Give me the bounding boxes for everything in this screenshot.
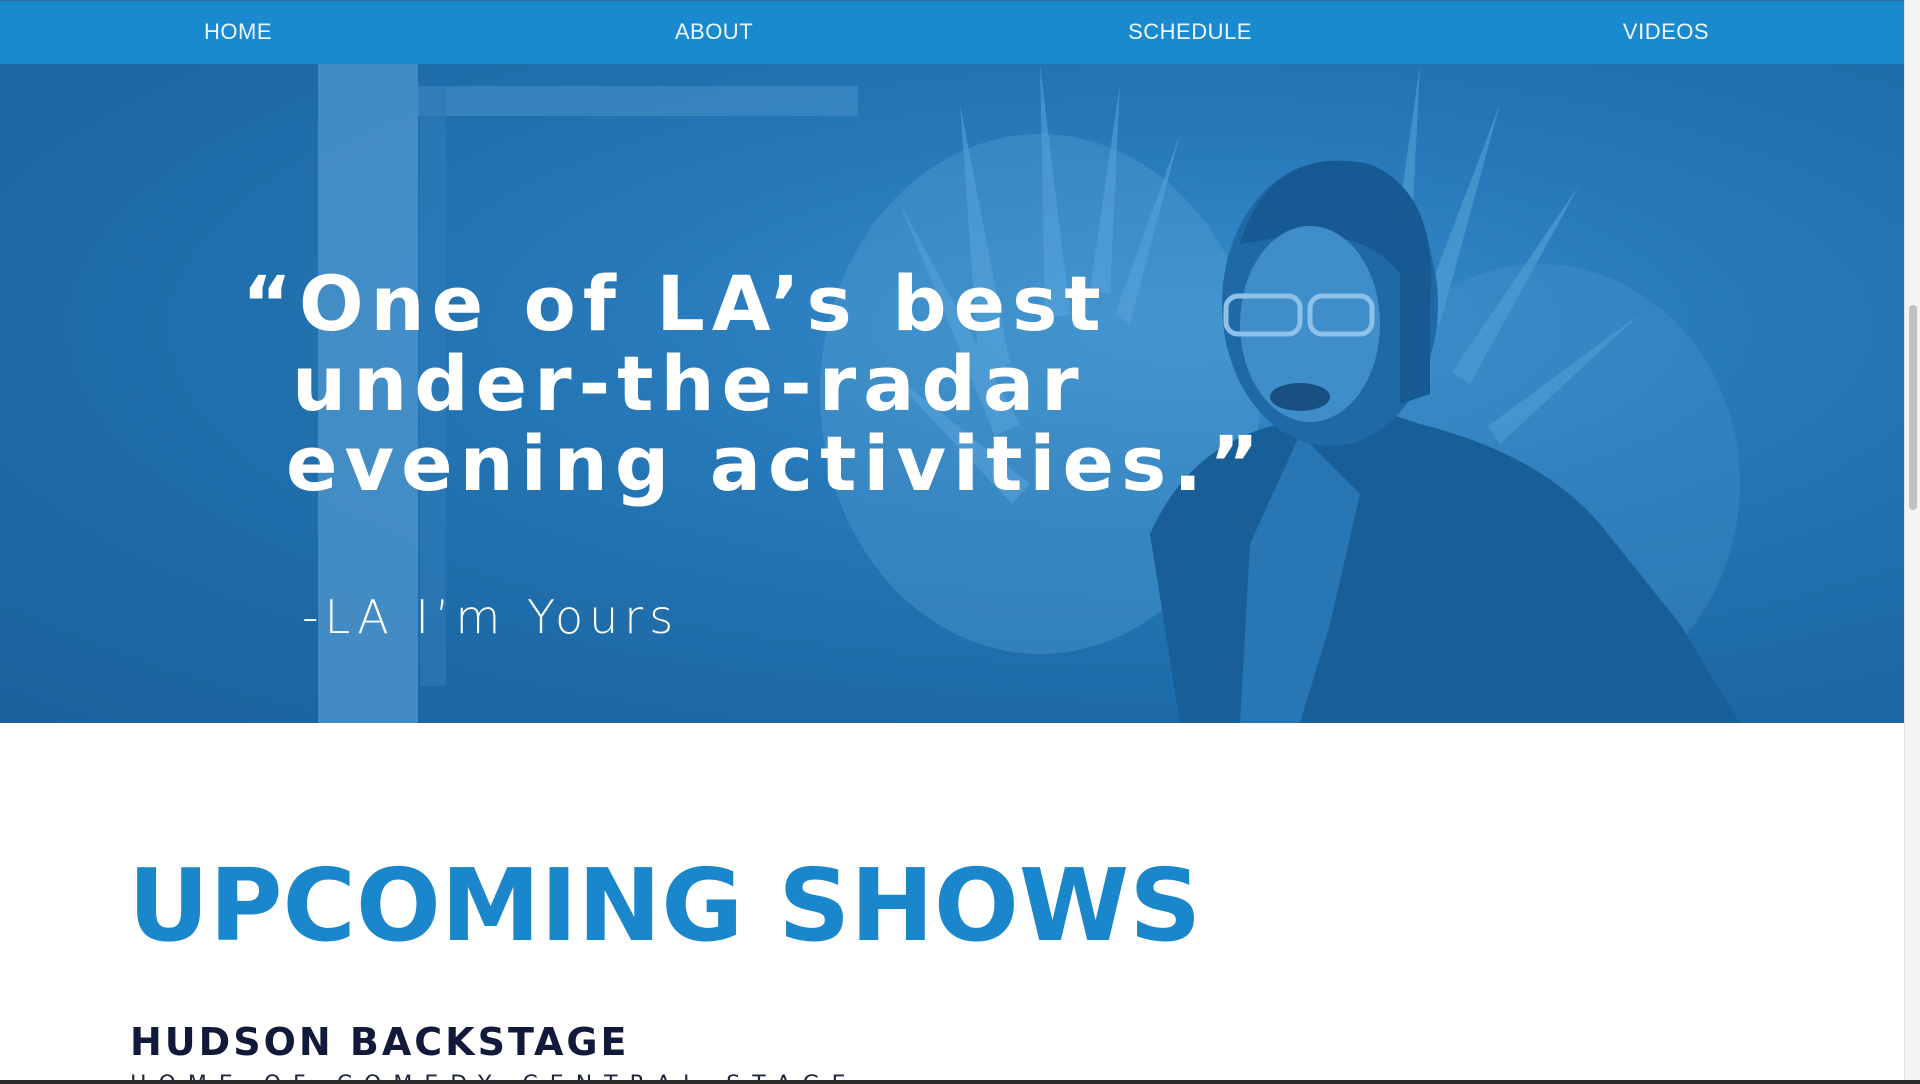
window-bottom-edge — [0, 1080, 1920, 1084]
nav-home-link[interactable]: HOME — [0, 19, 476, 47]
upcoming-shows-heading: UPCOMING SHOWS — [128, 847, 1202, 964]
nav-videos-link[interactable]: VIDEOS — [1428, 19, 1904, 47]
page: HOME ABOUT SCHEDULE VIDEOS “One of LA’s … — [0, 0, 1904, 1084]
vertical-scrollbar[interactable] — [1904, 0, 1920, 1084]
quote-line: under-the-radar — [292, 339, 1086, 428]
nav-about-link[interactable]: ABOUT — [476, 19, 952, 47]
hero-banner: “One of LA’s best under-the-radar evenin… — [0, 64, 1904, 723]
hero-quote: “One of LA’s best under-the-radar evenin… — [242, 264, 1266, 504]
scrollbar-thumb[interactable] — [1909, 305, 1917, 510]
quote-line: evening activities.” — [286, 419, 1267, 508]
nav-schedule-link[interactable]: SCHEDULE — [952, 19, 1428, 47]
quote-line: “One of LA’s best — [242, 259, 1108, 348]
quote-attribution: -LA I’m Yours — [302, 590, 680, 644]
venue-name: HUDSON BACKSTAGE — [130, 1020, 630, 1064]
top-navigation: HOME ABOUT SCHEDULE VIDEOS — [0, 0, 1904, 64]
